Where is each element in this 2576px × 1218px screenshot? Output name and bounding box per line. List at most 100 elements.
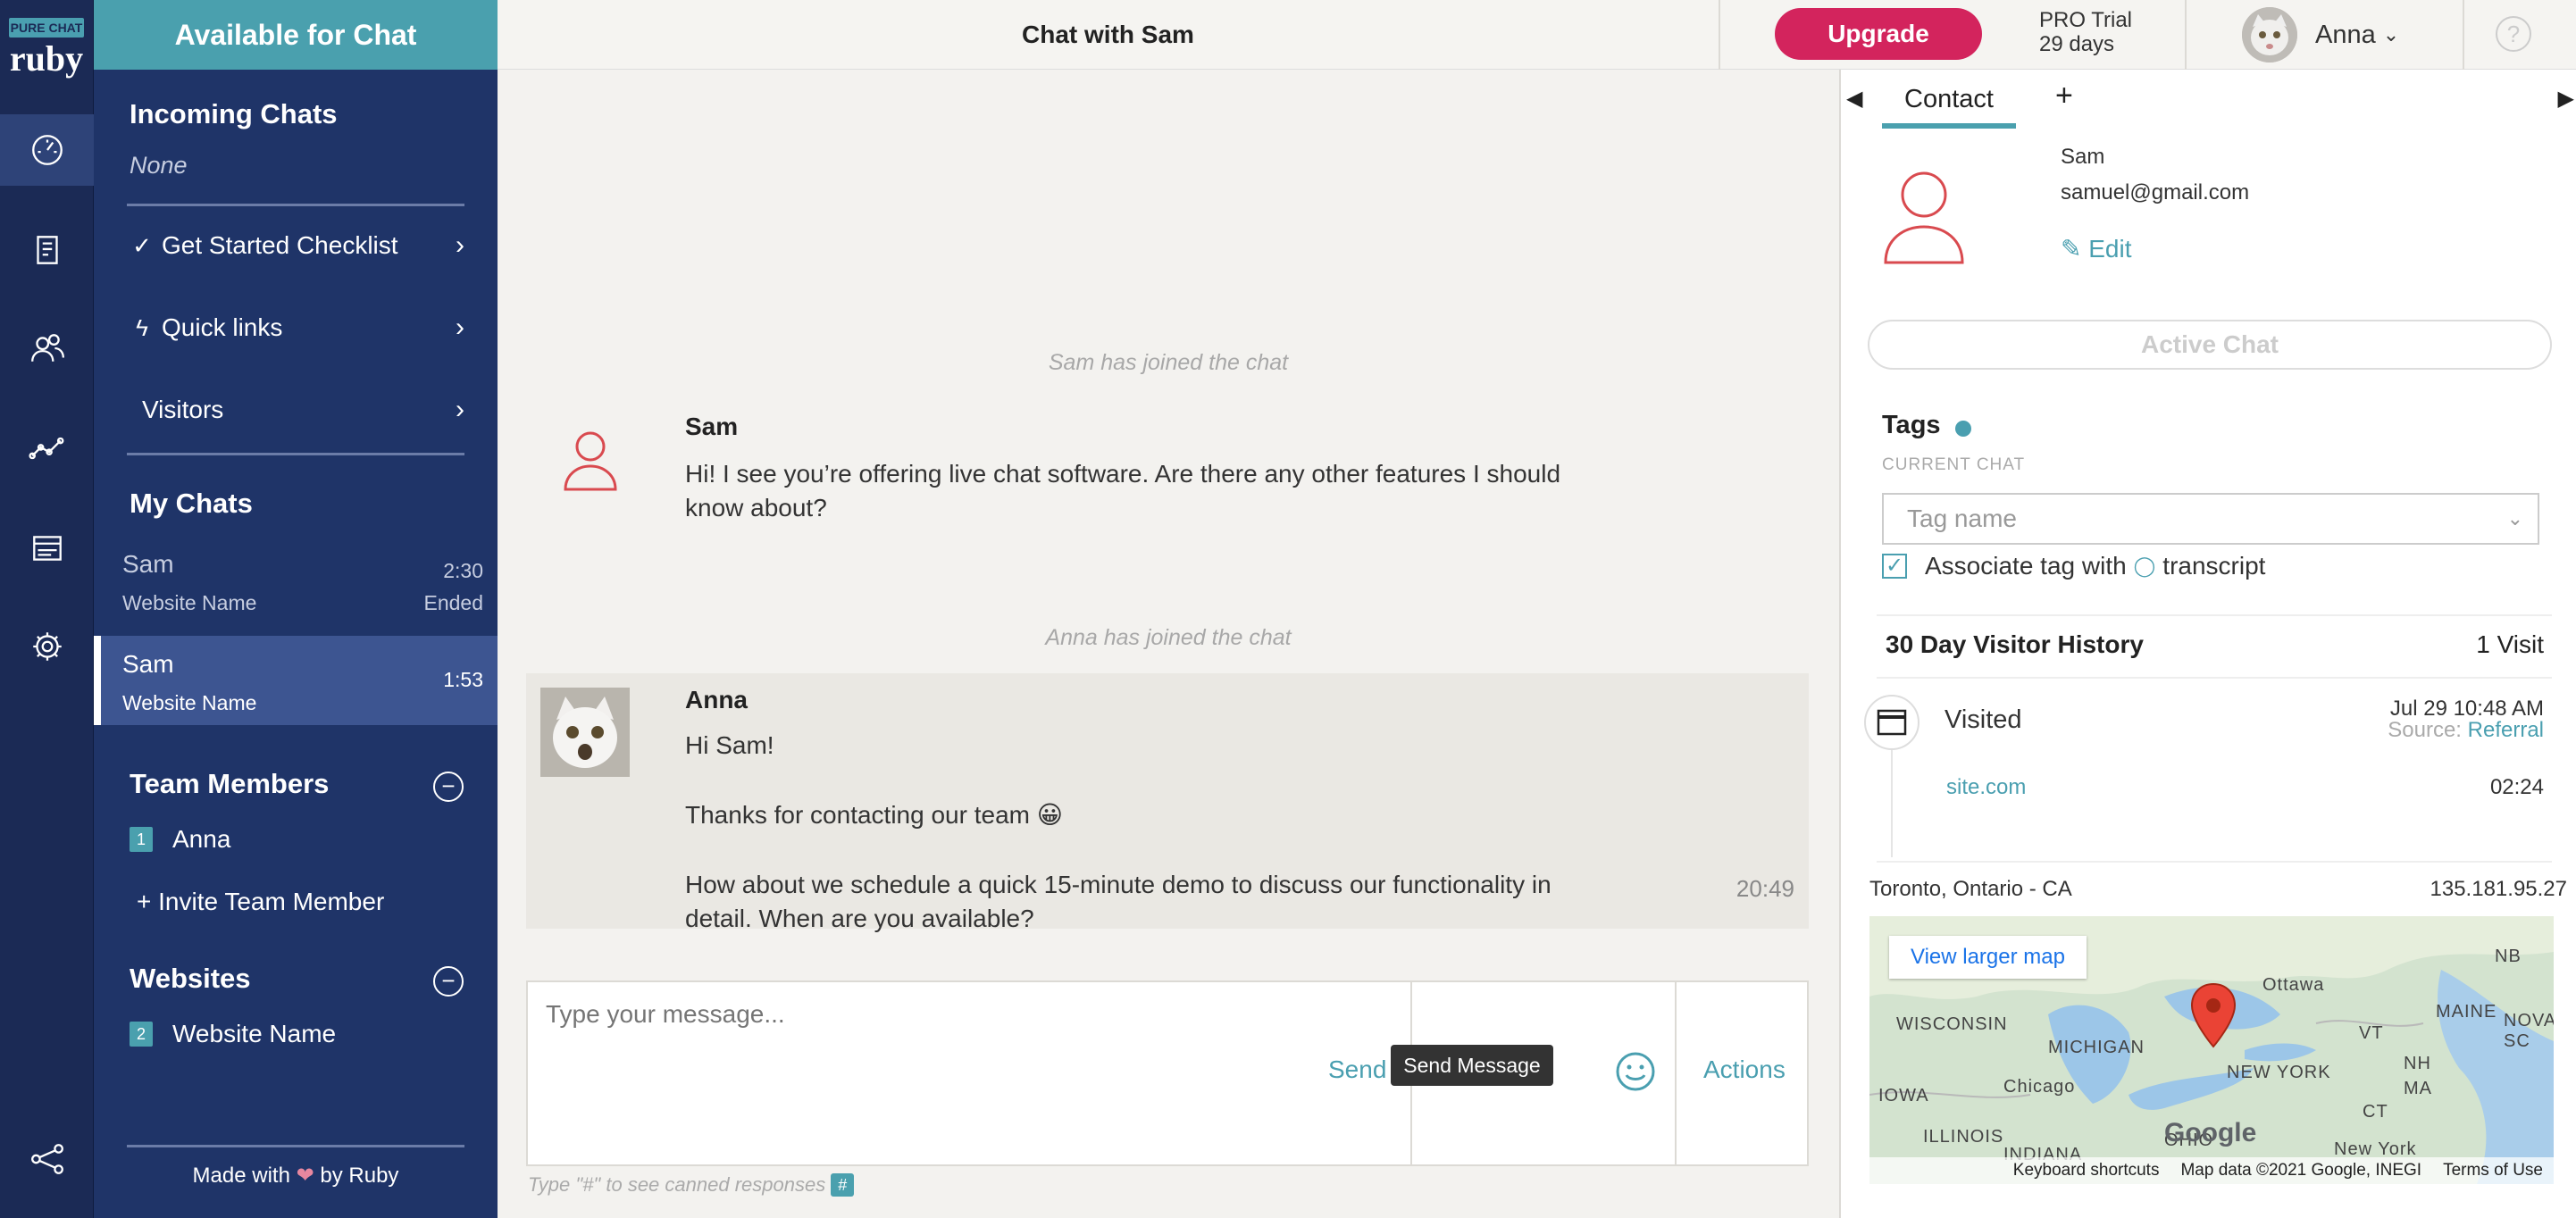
visitor-avatar-icon <box>555 425 626 501</box>
map-label: NOVA SC <box>2504 1011 2554 1051</box>
tab-scroll-right-icon[interactable]: ▶ <box>2558 86 2574 112</box>
assoc-label-post: transcript <box>2162 552 2266 580</box>
visited-page-link[interactable]: site.com <box>1946 775 2026 800</box>
agent-message-block: Anna Hi Sam! Thanks for contacting our t… <box>526 673 1809 932</box>
chat-website-name: Website Name <box>122 591 257 614</box>
chat-list-item[interactable]: Sam Website Name 2:30 Ended <box>94 536 498 625</box>
collapse-websites-button[interactable]: − <box>433 966 464 997</box>
dashboard-gauge-icon <box>31 135 63 165</box>
map-footer: Keyboard shortcuts Map data ©2021 Google… <box>1869 1157 2554 1184</box>
heart-icon: ❤ <box>296 1164 314 1188</box>
map-label: WISCONSIN <box>1896 1014 2008 1034</box>
visitors-link[interactable]: Visitors › <box>130 379 464 441</box>
upgrade-button[interactable]: Upgrade <box>1775 8 1982 60</box>
map-label: NH <box>2404 1054 2431 1073</box>
contact-avatar-icon <box>1875 163 1973 274</box>
tab-contact[interactable]: Contact <box>1882 77 2016 129</box>
chevron-right-icon: › <box>456 395 464 424</box>
source-value[interactable]: Referral <box>2468 718 2544 742</box>
team-member-item[interactable]: 1 Anna <box>130 825 230 854</box>
message-sender: Anna <box>685 686 748 713</box>
map-data-attribution: Map data ©2021 Google, INEGI <box>2180 1161 2422 1180</box>
user-menu[interactable]: Anna ⌄ <box>2242 4 2399 65</box>
map-label: Chicago <box>2003 1077 2076 1097</box>
emoji-icon[interactable] <box>1614 1050 1657 1093</box>
header-separator <box>1719 0 1720 70</box>
invite-team-member-link[interactable]: + Invite Team Member <box>137 888 384 916</box>
map-label: MA <box>2404 1079 2432 1098</box>
widgets-nav[interactable] <box>0 513 94 584</box>
chat-list-item-active[interactable]: Sam Website Name 1:53 <box>94 636 498 725</box>
quick-links-link[interactable]: ϟ Quick links › <box>130 296 464 359</box>
tab-scroll-left-icon[interactable]: ◀ <box>1846 86 1862 112</box>
icon-rail: PURE CHAT ruby <box>0 0 94 1218</box>
canned-hint-text: Type "#" to see canned responses <box>528 1173 826 1196</box>
visitors-label: Visitors <box>142 396 224 423</box>
hash-badge: # <box>831 1173 855 1197</box>
logo-bottom-text: ruby <box>9 38 84 79</box>
message-text: Thanks for contacting our team 😀 <box>685 801 1063 829</box>
active-chat-button[interactable]: Active Chat <box>1868 320 2552 370</box>
visitor-info-panel: ◀ Contact + ▶ Sam samuel@gmail.com ✎ Edi… <box>1839 70 2576 1218</box>
system-message: Anna has joined the chat <box>1045 625 1292 650</box>
agent-avatar <box>540 688 630 777</box>
sidebar-divider <box>127 1145 464 1147</box>
terms-of-use-link[interactable]: Terms of Use <box>2443 1161 2543 1180</box>
website-item[interactable]: 2 Website Name <box>130 1020 336 1048</box>
send-button[interactable]: Send <box>1328 1055 1386 1084</box>
canned-responses-hint: Type "#" to see canned responses # <box>528 1173 855 1197</box>
browser-window-icon <box>1864 695 1919 750</box>
message-sender: Sam <box>685 413 739 440</box>
map-label: VT <box>2359 1023 2384 1043</box>
visited-label: Visited <box>1945 705 2022 734</box>
visitor-history-count: 1 Visit <box>2476 630 2544 658</box>
timeline-line <box>1891 750 1893 857</box>
website-badge: 2 <box>130 1022 153 1047</box>
actions-button[interactable]: Actions <box>1703 1055 1786 1084</box>
analytics-nav[interactable] <box>0 413 94 484</box>
cat-avatar-icon <box>2242 7 2297 63</box>
edit-contact-button[interactable]: ✎ Edit <box>2061 234 2132 263</box>
send-message-tooltip: Send Message <box>1391 1045 1553 1086</box>
settings-nav[interactable] <box>0 611 94 682</box>
panel-tabs: ◀ Contact + ▶ <box>1841 70 2576 132</box>
location-map[interactable]: View larger map NB Ottawa MAINE NOVA SC … <box>1869 916 2554 1184</box>
view-larger-map-button[interactable]: View larger map <box>1889 936 2087 979</box>
source-label: Source: <box>2388 718 2462 742</box>
made-with-post: by Ruby <box>320 1164 399 1188</box>
keyboard-shortcuts-link[interactable]: Keyboard shortcuts <box>2013 1161 2160 1180</box>
message-input[interactable] <box>546 997 1385 1032</box>
associate-tag-checkbox[interactable]: ✓ Associate tag with ◯ transcript <box>1882 552 2265 580</box>
chevron-down-icon: ⌄ <box>2382 23 2400 46</box>
transcripts-nav[interactable] <box>0 214 94 286</box>
ruby-logo[interactable]: PURE CHAT ruby <box>5 18 88 80</box>
contacts-nav[interactable] <box>0 313 94 384</box>
checkbox-checked-icon: ✓ <box>1882 554 1907 579</box>
contact-email: samuel@gmail.com <box>2061 180 2250 204</box>
member-badge: 1 <box>130 827 153 852</box>
availability-status[interactable]: Available for Chat <box>94 0 498 70</box>
app-root: PURE CHAT ruby Available for Chat Incomi… <box>0 0 2576 1218</box>
dashboard-nav[interactable] <box>0 114 94 186</box>
lightning-icon: ϟ <box>136 313 148 341</box>
panel-divider <box>1877 614 2552 616</box>
header-separator <box>2463 0 2464 70</box>
member-name: Anna <box>172 825 231 853</box>
tag-placeholder: Tag name <box>1907 505 2017 532</box>
add-tab-button[interactable]: + <box>2055 79 2073 113</box>
collapse-team-button[interactable]: − <box>433 772 464 802</box>
help-button[interactable]: ? <box>2496 16 2531 52</box>
message-text: Hi! I see you’re offering live chat soft… <box>685 457 1560 525</box>
chat-title: Chat with Sam <box>1022 21 1194 48</box>
checkmark-icon: ✓ <box>132 231 152 259</box>
map-label: MAINE <box>2436 1002 2497 1022</box>
get-started-checklist-link[interactable]: ✓ Get Started Checklist › <box>130 214 464 277</box>
analytics-line-icon <box>28 437 63 460</box>
share-nav[interactable] <box>0 1123 94 1195</box>
map-label: NB <box>2495 947 2522 966</box>
map-label: Ottawa <box>2262 975 2325 995</box>
tag-name-select[interactable]: Tag name ⌄ <box>1882 493 2539 545</box>
chat-visitor-name: Sam <box>122 550 174 578</box>
cat-avatar-icon <box>540 688 630 777</box>
visited-page-duration: 02:24 <box>2489 775 2544 799</box>
